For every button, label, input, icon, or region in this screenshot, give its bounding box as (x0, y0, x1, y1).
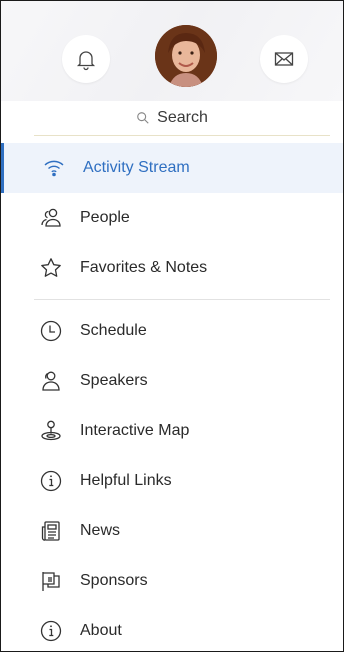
search-bar[interactable]: Search (1, 101, 343, 135)
menu-item-favorites-notes[interactable]: Favorites & Notes (1, 243, 343, 293)
info-icon (38, 618, 64, 644)
notifications-button[interactable] (62, 35, 110, 83)
menu-item-label: Helpful Links (80, 472, 172, 489)
menu-divider (1, 293, 343, 306)
menu-item-about[interactable]: About (1, 606, 343, 651)
newspaper-icon (38, 518, 64, 544)
speakers-icon (38, 368, 64, 394)
menu-header (1, 1, 343, 101)
messages-button[interactable] (260, 35, 308, 83)
menu-item-schedule[interactable]: Schedule (1, 306, 343, 356)
menu-item-speakers[interactable]: Speakers (1, 356, 343, 406)
menu-item-news[interactable]: News (1, 506, 343, 556)
menu-item-label: Favorites & Notes (80, 259, 208, 276)
menu-item-label: Interactive Map (80, 422, 190, 439)
menu-item-activity-stream[interactable]: Activity Stream (1, 143, 343, 193)
info-icon (38, 468, 64, 494)
flag-icon (38, 568, 64, 594)
menu-item-sponsors[interactable]: Sponsors (1, 556, 343, 606)
envelope-icon (274, 52, 294, 66)
side-menu-screen: Search Activity Stream People Favorites … (0, 0, 344, 652)
wifi-icon (41, 155, 67, 181)
menu-item-helpful-links[interactable]: Helpful Links (1, 456, 343, 506)
menu-item-label: Schedule (80, 322, 147, 339)
search-icon (137, 112, 149, 124)
menu-item-label: Activity Stream (83, 159, 190, 176)
menu-item-label: About (80, 622, 122, 639)
menu-item-label: People (80, 209, 130, 226)
search-underline (34, 135, 330, 136)
people-icon (38, 205, 64, 231)
menu-item-label: Speakers (80, 372, 148, 389)
menu-item-interactive-map[interactable]: Interactive Map (1, 406, 343, 456)
menu-item-label: Sponsors (80, 572, 148, 589)
bell-icon (76, 51, 96, 71)
search-label: Search (157, 109, 208, 126)
menu-item-people[interactable]: People (1, 193, 343, 243)
menu-item-label: News (80, 522, 121, 539)
user-avatar[interactable] (155, 25, 217, 87)
navigation-menu: Activity Stream People Favorites & Notes (1, 143, 343, 651)
star-icon (38, 255, 64, 281)
avatar-image (155, 25, 217, 87)
map-pin-icon (38, 418, 64, 444)
clock-icon (38, 318, 64, 344)
